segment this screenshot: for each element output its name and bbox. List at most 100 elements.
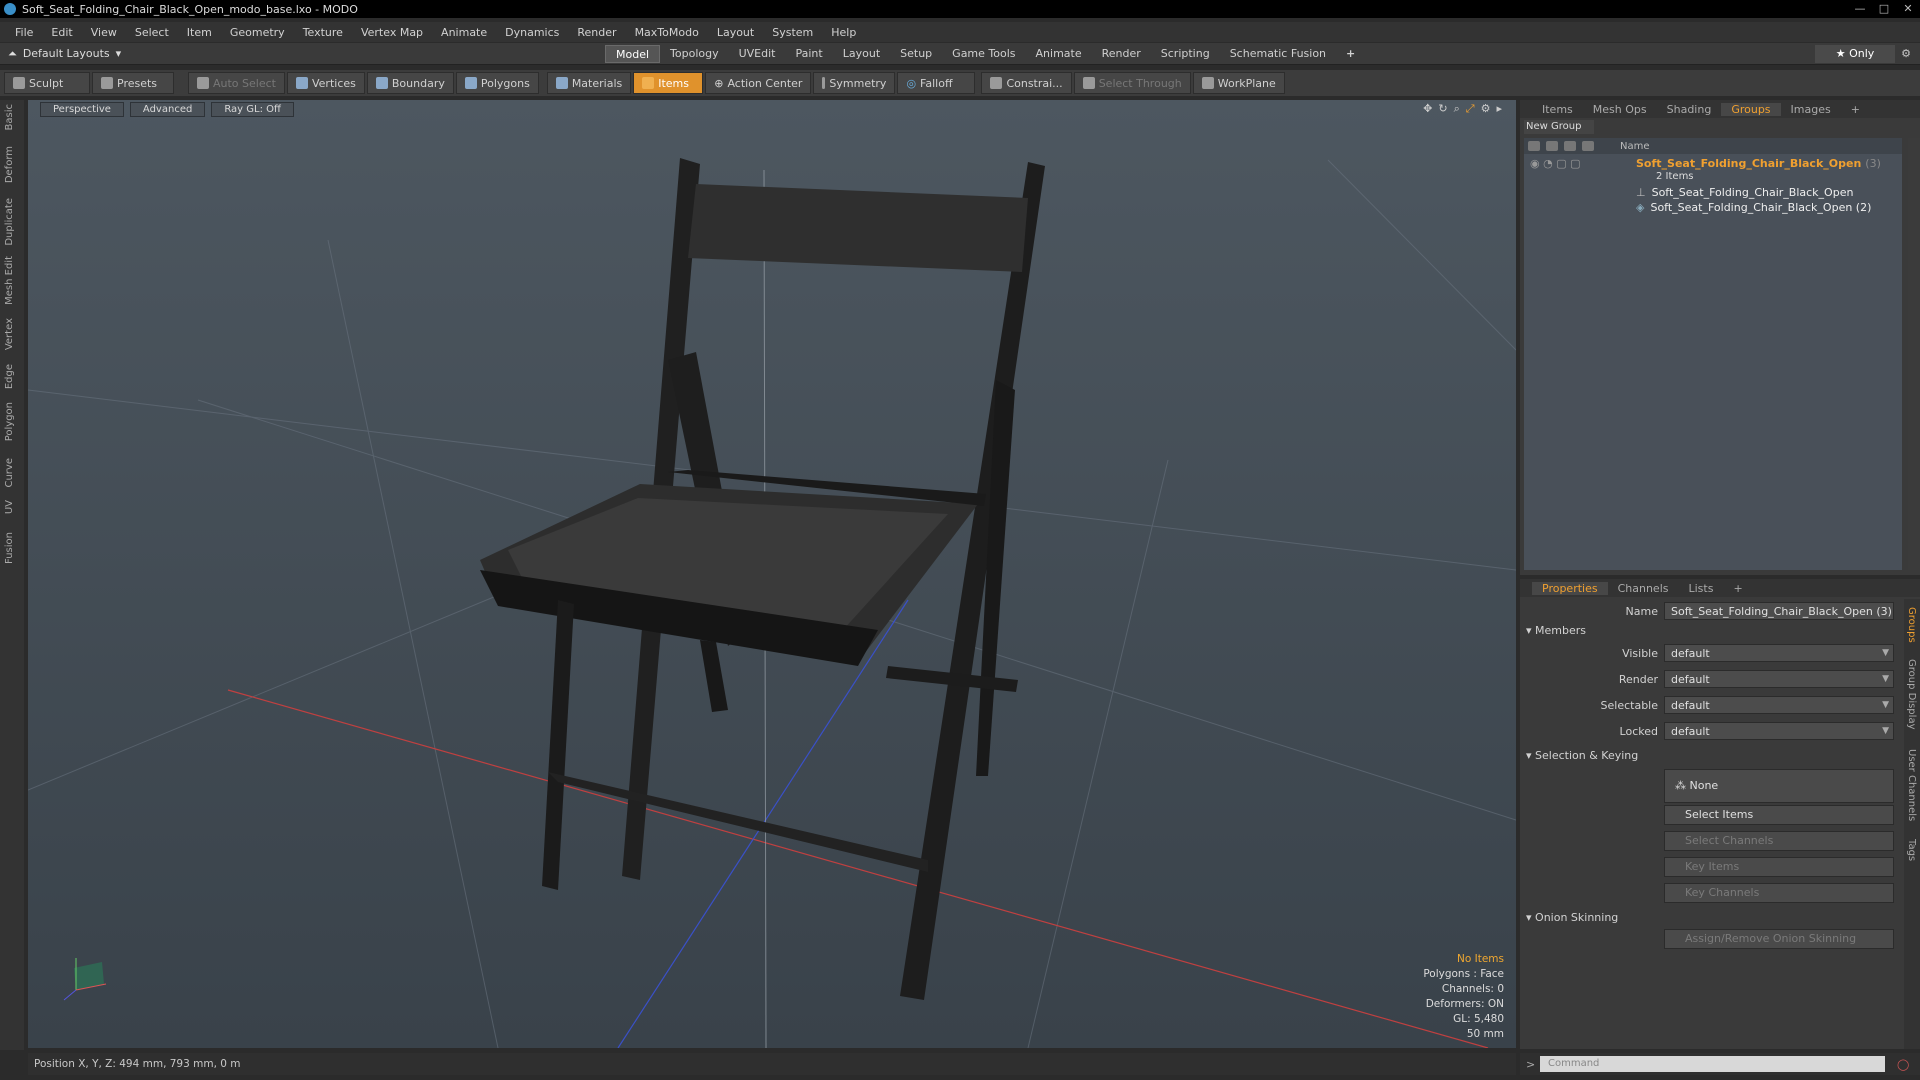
list-item[interactable]: ◈ Soft_Seat_Folding_Chair_Black_Open (2) <box>1524 200 1902 214</box>
visibility-column-icon[interactable] <box>1528 141 1540 151</box>
menu-geometry[interactable]: Geometry <box>221 26 294 39</box>
fit-icon[interactable]: ⤢ <box>1466 102 1475 116</box>
auto-select-button[interactable]: Auto Select <box>188 72 285 94</box>
tab-game-tools[interactable]: Game Tools <box>942 45 1025 63</box>
menu-layout[interactable]: Layout <box>708 26 763 39</box>
selection-keying-section[interactable]: ▾ Selection & Keying <box>1526 749 1638 762</box>
lock-column-icon[interactable] <box>1582 141 1594 151</box>
select-column-icon[interactable] <box>1564 141 1576 151</box>
render-dropdown[interactable]: default ▼ <box>1664 670 1894 688</box>
select-through-button[interactable]: Select Through <box>1073 72 1191 94</box>
menu-dynamics[interactable]: Dynamics <box>496 26 568 39</box>
menu-vertex-map[interactable]: Vertex Map <box>352 26 432 39</box>
select-channels-button[interactable]: Select Channels <box>1664 831 1894 851</box>
left-tab-curve[interactable]: Curve <box>4 458 15 488</box>
tab-images[interactable]: Images <box>1781 103 1841 116</box>
group-row[interactable]: ◉ ◔ ▢ ▢ Soft_Seat_Folding_Chair_Black_Op… <box>1524 156 1902 170</box>
side-tab-user-channels[interactable]: User Channels <box>1906 749 1917 821</box>
sculpt-button[interactable]: Sculpt <box>4 72 90 94</box>
side-tab-group-display[interactable]: Group Display <box>1906 659 1917 729</box>
items-button[interactable]: Items <box>633 72 704 94</box>
left-tab-basic[interactable]: Basic <box>4 104 15 130</box>
menu-select[interactable]: Select <box>126 26 178 39</box>
shading-advanced-button[interactable]: Advanced <box>129 101 206 117</box>
raygl-button[interactable]: Ray GL: Off <box>211 101 294 117</box>
vertices-button[interactable]: Vertices <box>286 72 365 94</box>
minimize-icon[interactable]: — <box>1848 0 1872 18</box>
groups-list-scrollbar[interactable] <box>1908 138 1920 570</box>
add-tab-icon[interactable]: + <box>1336 45 1365 63</box>
left-tab-deform[interactable]: Deform <box>4 146 15 183</box>
viewport-menu-arrow-icon[interactable]: ▸ <box>1496 102 1502 116</box>
tab-setup[interactable]: Setup <box>890 45 942 63</box>
tab-render[interactable]: Render <box>1092 45 1151 63</box>
menu-animate[interactable]: Animate <box>432 26 496 39</box>
onion-skinning-section[interactable]: ▾ Onion Skinning <box>1526 911 1618 924</box>
action-center-button[interactable]: ⊕ Action Center <box>705 72 812 94</box>
tab-lists[interactable]: Lists <box>1679 582 1724 595</box>
tab-channels[interactable]: Channels <box>1608 582 1679 595</box>
left-tab-fusion[interactable]: Fusion <box>4 532 15 564</box>
command-clear-icon[interactable]: ◯ <box>1897 1058 1909 1071</box>
none-button[interactable]: ⁂ None <box>1664 769 1894 803</box>
menu-system[interactable]: System <box>763 26 822 39</box>
boundary-button[interactable]: Boundary <box>366 72 454 94</box>
tab-items[interactable]: Items <box>1532 103 1583 116</box>
close-icon[interactable]: ✕ <box>1896 0 1920 18</box>
add-tab-icon[interactable]: + <box>1841 103 1870 116</box>
left-tab-mesh-edit[interactable]: Mesh Edit <box>4 256 15 305</box>
key-channels-button[interactable]: Key Channels <box>1664 883 1894 903</box>
left-tab-vertex[interactable]: Vertex <box>4 318 15 350</box>
menu-render[interactable]: Render <box>568 26 625 39</box>
menu-edit[interactable]: Edit <box>42 26 81 39</box>
tab-animate[interactable]: Animate <box>1026 45 1092 63</box>
tab-schematic-fusion[interactable]: Schematic Fusion <box>1220 45 1336 63</box>
view-perspective-button[interactable]: Perspective <box>40 101 124 117</box>
tab-topology[interactable]: Topology <box>660 45 729 63</box>
default-layouts-dropdown[interactable]: ⏶ Default Layouts ▾ <box>8 47 121 61</box>
render-column-icon[interactable] <box>1546 141 1558 151</box>
menu-help[interactable]: Help <box>822 26 865 39</box>
symmetry-button[interactable]: Symmetry <box>813 72 896 94</box>
row-toggles-icon[interactable]: ◉ ◔ ▢ ▢ <box>1524 157 1636 170</box>
polygons-button[interactable]: Polygons <box>455 72 539 94</box>
left-tab-polygon[interactable]: Polygon <box>4 402 15 441</box>
selectable-dropdown[interactable]: default ▼ <box>1664 696 1894 714</box>
falloff-button[interactable]: ◎ Falloff <box>897 72 976 94</box>
tab-paint[interactable]: Paint <box>786 45 833 63</box>
tab-mesh-ops[interactable]: Mesh Ops <box>1583 103 1657 116</box>
menu-view[interactable]: View <box>82 26 126 39</box>
workplane-button[interactable]: WorkPlane <box>1192 72 1285 94</box>
rotate-icon[interactable]: ↻ <box>1438 102 1447 116</box>
pan-icon[interactable]: ✥ <box>1423 102 1432 116</box>
left-tab-edge[interactable]: Edge <box>4 364 15 389</box>
only-button[interactable]: ★ Only <box>1815 45 1895 63</box>
command-input[interactable]: Command <box>1540 1056 1885 1072</box>
locked-dropdown[interactable]: default ▼ <box>1664 722 1894 740</box>
3d-viewport[interactable]: Perspective Advanced Ray GL: Off ✥ ↻ ⌕ ⤢… <box>28 100 1516 1048</box>
left-tab-duplicate[interactable]: Duplicate <box>4 198 15 246</box>
add-tab-icon[interactable]: + <box>1723 582 1752 595</box>
visible-dropdown[interactable]: default ▼ <box>1664 644 1894 662</box>
assign-onion-skinning-button[interactable]: Assign/Remove Onion Skinning <box>1664 929 1894 949</box>
materials-button[interactable]: Materials <box>546 72 632 94</box>
key-items-button[interactable]: Key Items <box>1664 857 1894 877</box>
menu-maxtomodo[interactable]: MaxToModo <box>626 26 708 39</box>
presets-button[interactable]: Presets <box>92 72 174 94</box>
menu-item[interactable]: Item <box>178 26 221 39</box>
viewport-gear-icon[interactable]: ⚙ <box>1481 102 1491 116</box>
select-items-button[interactable]: Select Items <box>1664 805 1894 825</box>
tab-properties[interactable]: Properties <box>1532 581 1608 595</box>
members-section[interactable]: ▾ Members <box>1526 624 1586 637</box>
left-tab-uv[interactable]: UV <box>4 500 15 514</box>
folding-chair-model[interactable] <box>480 158 1045 1000</box>
menu-texture[interactable]: Texture <box>294 26 352 39</box>
tab-layout[interactable]: Layout <box>833 45 890 63</box>
tab-uvedit[interactable]: UVEdit <box>729 45 786 63</box>
side-tab-tags[interactable]: Tags <box>1906 839 1917 861</box>
side-tab-groups[interactable]: Groups <box>1906 607 1917 643</box>
new-group-button[interactable]: New Group <box>1524 120 1594 134</box>
name-field[interactable]: Soft_Seat_Folding_Chair_Black_Open (3) <box>1664 602 1894 620</box>
tab-shading[interactable]: Shading <box>1657 103 1722 116</box>
menu-file[interactable]: File <box>6 26 42 39</box>
